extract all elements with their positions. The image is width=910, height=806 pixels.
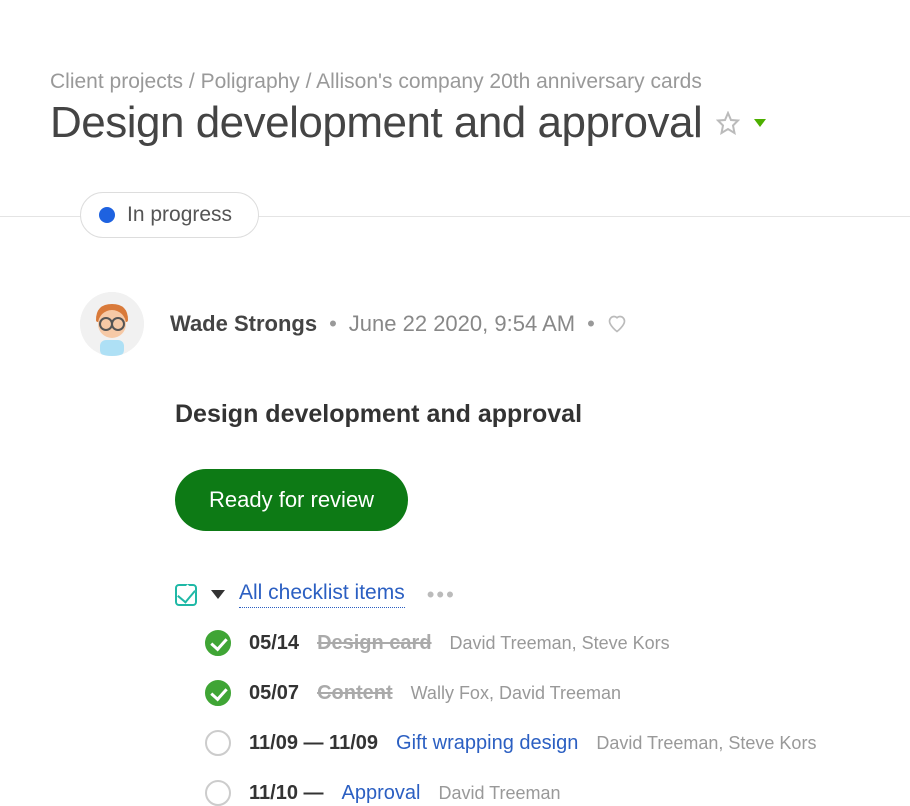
checklist-item: 05/14 Design card David Treeman, Steve K…	[205, 630, 860, 656]
checklist-item-assignees: David Treeman, Steve Kors	[596, 733, 816, 754]
content-title: Design development and approval	[175, 400, 860, 429]
checklist-item: 11/09 — 11/09 Gift wrapping design David…	[205, 730, 860, 756]
checklist-item-date: 11/10 —	[249, 782, 324, 805]
chevron-down-icon[interactable]	[754, 119, 766, 127]
checklist-item: 05/07 Content Wally Fox, David Treeman	[205, 680, 860, 706]
checklist-item-title[interactable]: Approval	[342, 782, 421, 805]
checklist-item-assignees: David Treeman	[438, 783, 560, 804]
status-dot-icon	[99, 207, 115, 223]
heart-icon[interactable]	[607, 314, 627, 334]
breadcrumb-segment[interactable]: Poligraphy	[201, 70, 300, 93]
all-checklist-items-link[interactable]: All checklist items	[239, 581, 405, 608]
page-title: Design development and approval	[50, 98, 702, 148]
checklist-item-assignees: Wally Fox, David Treeman	[411, 683, 621, 704]
checklist-item-assignees: David Treeman, Steve Kors	[450, 633, 670, 654]
avatar[interactable]	[80, 292, 144, 356]
breadcrumb: Client projects / Poligraphy / Allison's…	[50, 70, 860, 94]
status-pill[interactable]: In progress	[80, 192, 259, 238]
checklist-item-date: 11/09 — 11/09	[249, 732, 378, 755]
checklist-item-date: 05/07	[249, 682, 299, 705]
checklist-icon[interactable]	[175, 584, 197, 606]
chevron-down-icon[interactable]	[211, 590, 225, 599]
checklist-item-title[interactable]: Design card	[317, 632, 431, 655]
check-circle-icon[interactable]	[205, 680, 231, 706]
check-circle-icon[interactable]	[205, 630, 231, 656]
checklist-item: 11/10 — Approval David Treeman	[205, 780, 860, 806]
author-name[interactable]: Wade Strongs	[170, 311, 317, 337]
star-icon[interactable]	[716, 111, 740, 135]
ready-for-review-button[interactable]: Ready for review	[175, 469, 408, 531]
breadcrumb-segment[interactable]: Allison's company 20th anniversary cards	[316, 70, 702, 93]
checklist-item-title[interactable]: Content	[317, 682, 393, 705]
check-circle-icon[interactable]	[205, 780, 231, 806]
post-timestamp: June 22 2020, 9:54 AM	[349, 311, 575, 337]
breadcrumb-segment[interactable]: Client projects	[50, 70, 183, 93]
status-label: In progress	[127, 203, 232, 227]
more-icon[interactable]: •••	[427, 582, 456, 608]
check-circle-icon[interactable]	[205, 730, 231, 756]
checklist-item-title[interactable]: Gift wrapping design	[396, 732, 578, 755]
checklist-item-date: 05/14	[249, 632, 299, 655]
